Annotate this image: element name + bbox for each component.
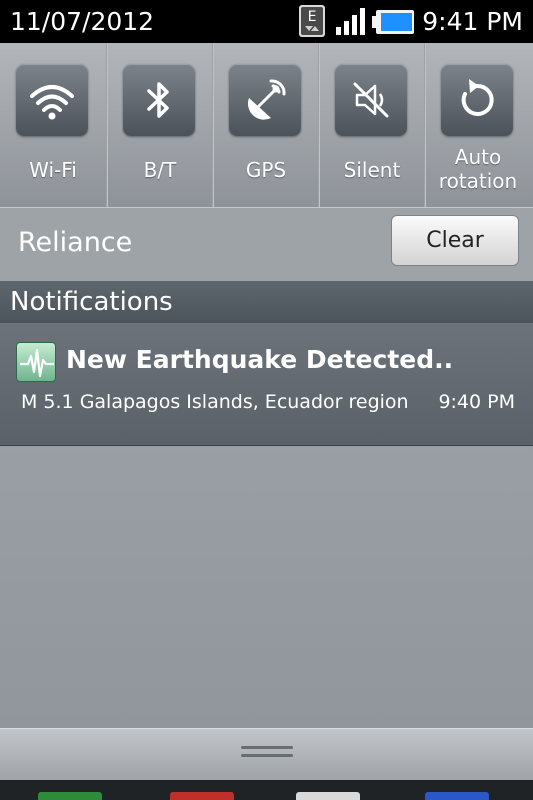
quick-settings-panel: Wi-Fi B/T GPS Silent Auto rotation xyxy=(0,43,533,207)
auto-rotation-label-line1: Auto xyxy=(454,145,502,169)
toggle-auto-rotation[interactable]: Auto rotation xyxy=(424,43,533,207)
auto-rotation-label-line2: rotation xyxy=(438,169,518,193)
wifi-button[interactable] xyxy=(16,64,88,136)
network-type: E xyxy=(308,9,317,25)
status-bar: 11/07/2012 E 9:41 PM xyxy=(0,0,533,43)
signal-icon xyxy=(336,8,365,35)
notification-time: 9:40 PM xyxy=(438,391,515,413)
dock-icon-peek xyxy=(38,792,102,800)
notification-title: New Earthquake Detected.. xyxy=(66,345,454,374)
toggle-gps[interactable]: GPS xyxy=(212,43,319,207)
battery-icon xyxy=(372,10,414,34)
bluetooth-button[interactable] xyxy=(123,64,195,136)
toggle-silent[interactable]: Silent xyxy=(318,43,425,207)
auto-rotation-button[interactable] xyxy=(441,64,513,136)
gps-label: GPS xyxy=(245,158,287,182)
carrier-name: Reliance xyxy=(18,227,133,258)
gps-button[interactable] xyxy=(229,64,301,136)
shade-drag-handle[interactable] xyxy=(0,728,533,781)
clear-button[interactable]: Clear xyxy=(391,215,519,266)
toggle-bluetooth[interactable]: B/T xyxy=(106,43,213,207)
status-icons: E xyxy=(298,4,418,38)
notification-shade: Wi-Fi B/T GPS Silent Auto rotation Relia… xyxy=(0,43,533,800)
silent-label: Silent xyxy=(343,158,401,182)
bluetooth-label: B/T xyxy=(143,158,177,182)
grip-line xyxy=(241,754,293,757)
edge-data-icon: E xyxy=(299,5,325,37)
dock-icon-peek xyxy=(296,792,360,800)
gps-icon xyxy=(247,79,286,120)
notification-text: M 5.1 Galapagos Islands, Ecuador region xyxy=(21,391,409,413)
dock-icon-peek xyxy=(425,792,489,800)
rotate-icon xyxy=(461,79,494,116)
wifi-label: Wi-Fi xyxy=(29,158,77,182)
auto-rotation-label: Auto rotation xyxy=(425,145,531,193)
wifi-icon xyxy=(30,85,74,120)
silent-button[interactable] xyxy=(335,64,407,136)
status-time: 9:41 PM xyxy=(422,7,523,36)
status-date: 11/07/2012 xyxy=(10,7,155,36)
dock-peek xyxy=(0,780,533,800)
notifications-header: Notifications xyxy=(0,281,533,323)
notification-item[interactable]: New Earthquake Detected.. M 5.1 Galapago… xyxy=(0,323,533,446)
toggle-wifi[interactable]: Wi-Fi xyxy=(0,43,106,207)
bluetooth-icon xyxy=(147,82,169,118)
grip-line xyxy=(241,746,293,749)
seismograph-icon xyxy=(16,342,56,382)
mute-icon xyxy=(353,82,389,118)
dock-icon-peek xyxy=(170,792,234,800)
